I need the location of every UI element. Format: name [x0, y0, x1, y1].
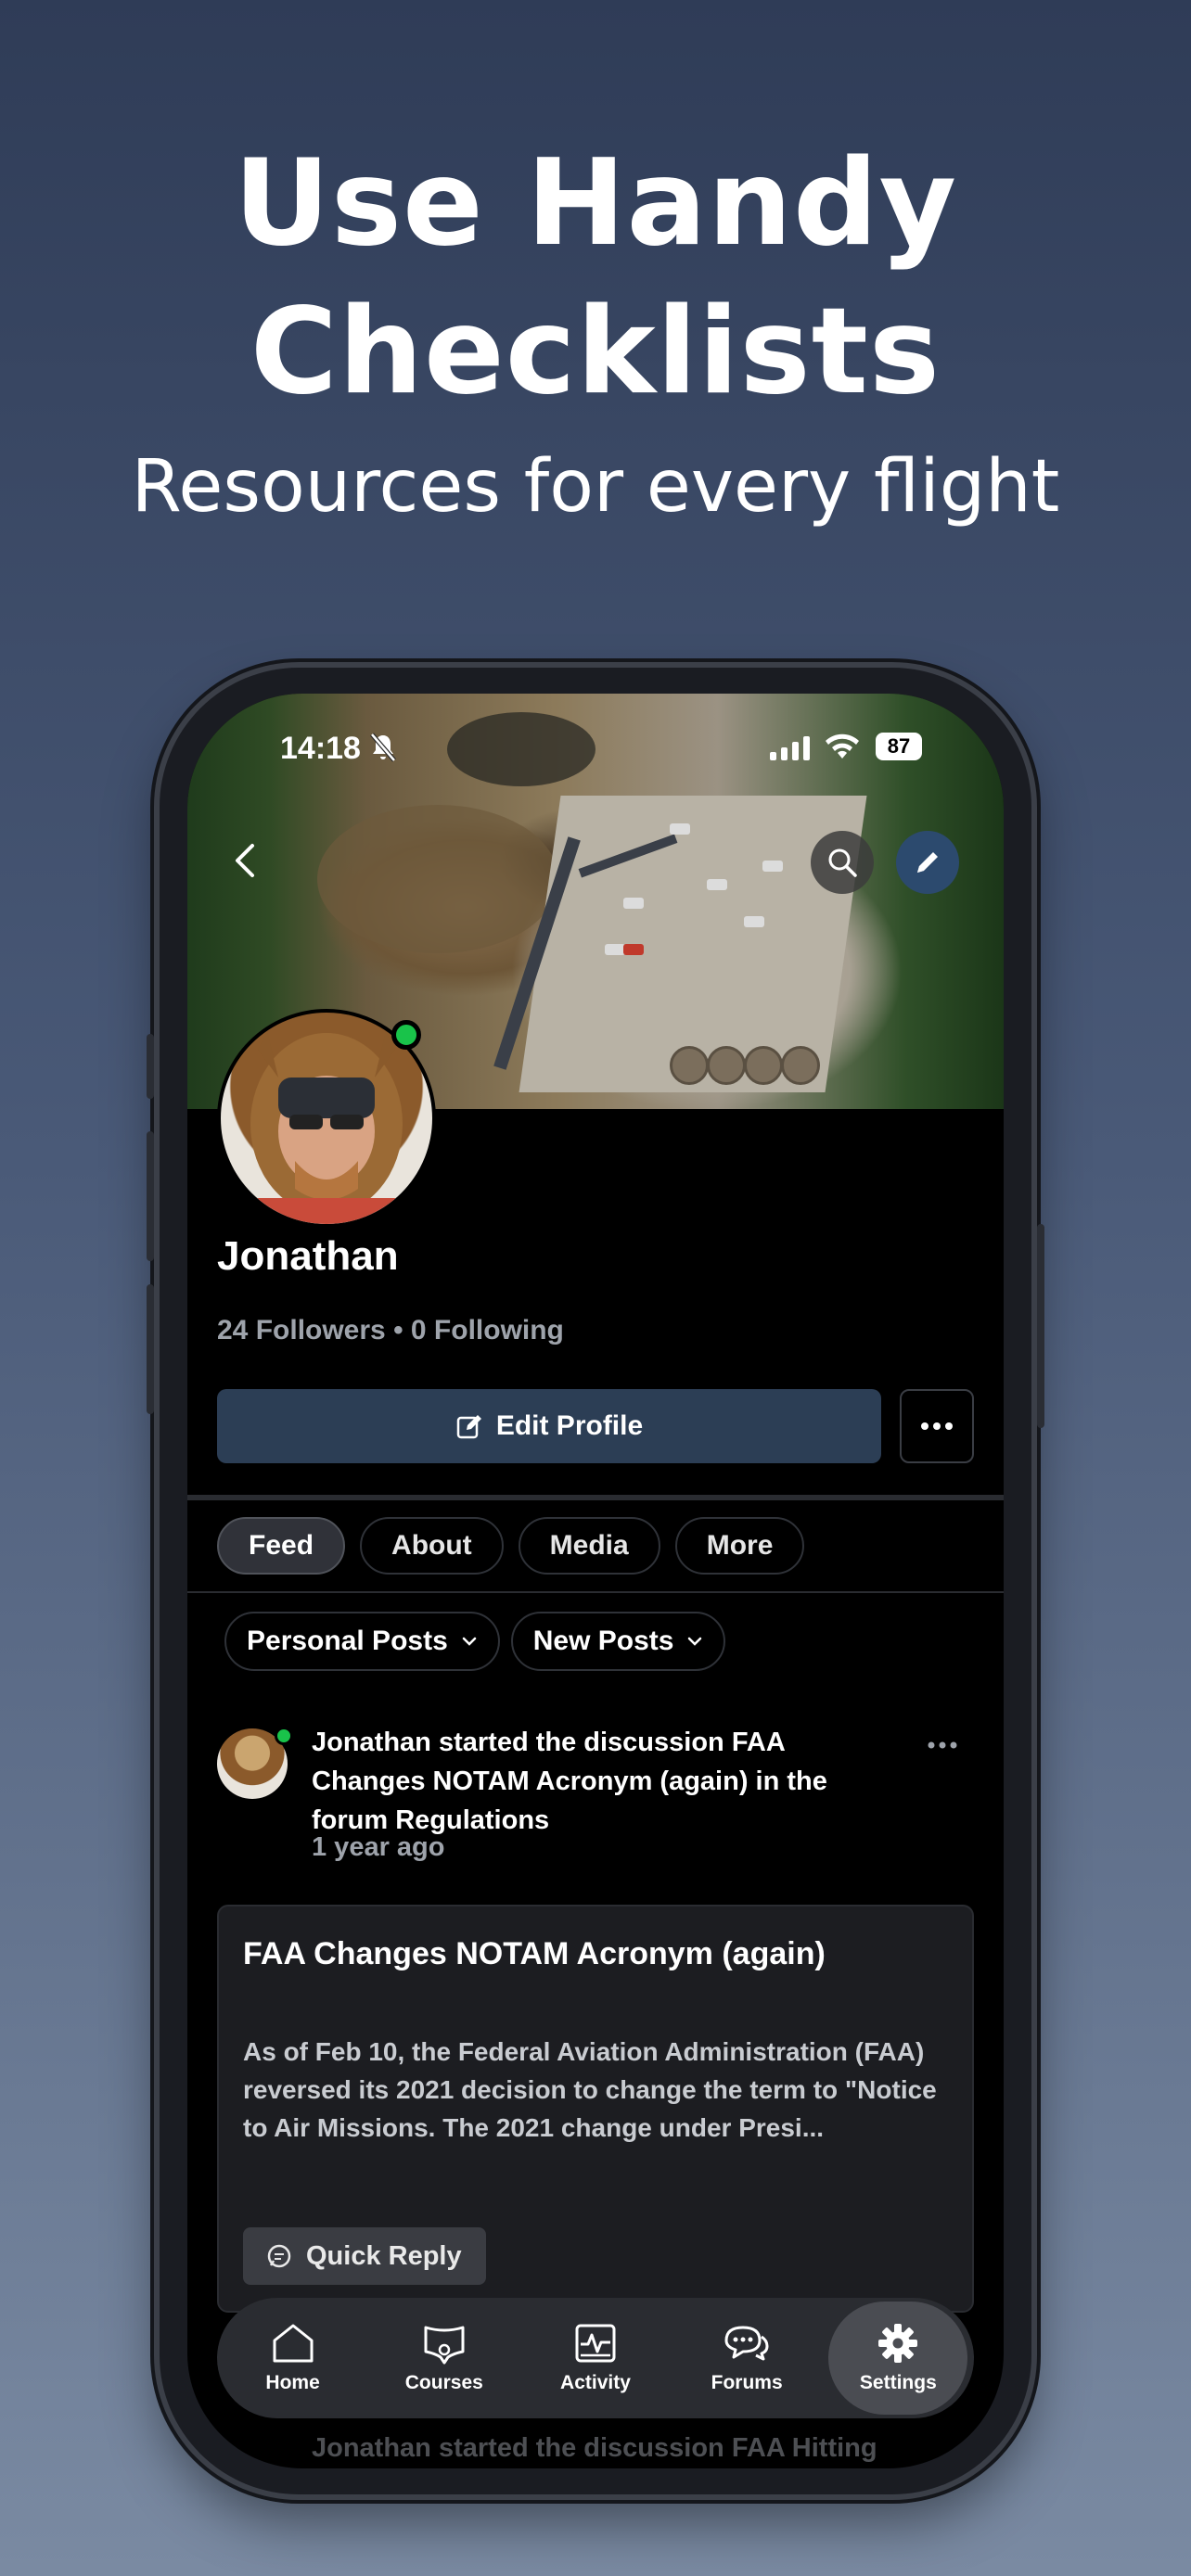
section-divider	[187, 1495, 1004, 1500]
edit-profile-label: Edit Profile	[495, 1410, 644, 1441]
forums-icon	[724, 2326, 769, 2361]
quick-reply-button[interactable]: Quick Reply	[243, 2227, 486, 2285]
tabbar-courses[interactable]: Courses	[375, 2302, 514, 2415]
follow-stats[interactable]: 24 Followers • 0 Following	[217, 1315, 564, 1346]
phone-frame: 14:18 87 Jonathan 24 Followers • 0 Follo…	[147, 668, 1044, 2494]
battery-indicator: 87	[876, 733, 922, 760]
chevron-left-icon	[236, 844, 254, 877]
volume-up-button	[147, 1131, 154, 1261]
activity-icon	[575, 2324, 616, 2363]
status-time: 14:18	[280, 731, 361, 766]
tabbar-activity-label: Activity	[560, 2372, 631, 2393]
edit-icon	[456, 1415, 481, 1439]
tabbar-settings-label: Settings	[859, 2372, 937, 2393]
post-activity-text[interactable]: Jonathan started the discussion FAA Chan…	[312, 1723, 905, 1840]
online-status-dot	[391, 1020, 421, 1050]
chevron-down-icon	[688, 1637, 702, 1646]
status-bar: 14:18 87	[187, 721, 1004, 777]
settings-icon	[878, 2324, 918, 2363]
promo-headline: Use Handy Checklists	[0, 130, 1191, 427]
power-button	[1037, 1224, 1044, 1428]
tab-feed[interactable]: Feed	[217, 1517, 346, 1575]
post-timestamp: 1 year ago	[312, 1832, 445, 1862]
bell-muted-icon	[369, 733, 397, 767]
volume-down-button	[147, 1284, 154, 1414]
profile-tabs: Feed About Media More	[217, 1517, 805, 1575]
tabbar-home-label: Home	[265, 2372, 320, 2393]
edit-cover-button[interactable]	[896, 831, 959, 894]
cellular-signal-icon	[770, 736, 811, 765]
promo-headline-line2: Checklists	[250, 283, 941, 421]
more-dots-icon	[928, 1741, 957, 1749]
chat-bubble-icon	[267, 2244, 291, 2268]
next-post-preview: Jonathan started the discussion FAA Hitt…	[312, 2433, 877, 2463]
edit-profile-button[interactable]: Edit Profile	[217, 1389, 881, 1463]
tabbar-settings[interactable]: Settings	[828, 2302, 968, 2415]
tabs-divider	[187, 1591, 1004, 1593]
bottom-tab-bar: Home Courses Activity Forums Settings	[217, 2298, 974, 2418]
home-icon	[273, 2324, 314, 2363]
profile-name: Jonathan	[217, 1233, 399, 1279]
chevron-down-icon	[462, 1637, 477, 1646]
promo-headline-line1: Use Handy	[233, 134, 958, 273]
post-author-online-dot	[275, 1727, 293, 1745]
discussion-title: FAA Changes NOTAM Acronym (again)	[243, 1936, 826, 1971]
wifi-icon	[824, 733, 861, 765]
tab-about[interactable]: About	[360, 1517, 504, 1575]
more-dots-icon	[921, 1422, 953, 1430]
post-type-dropdown[interactable]: Personal Posts	[224, 1612, 500, 1671]
tabbar-activity[interactable]: Activity	[526, 2302, 665, 2415]
pencil-icon	[917, 852, 938, 873]
sort-label: New Posts	[532, 1626, 674, 1656]
tab-more[interactable]: More	[674, 1517, 805, 1575]
search-icon	[828, 848, 857, 877]
tab-media[interactable]: Media	[518, 1517, 660, 1575]
courses-icon	[424, 2326, 465, 2365]
search-button[interactable]	[811, 831, 874, 894]
discussion-card[interactable]: FAA Changes NOTAM Acronym (again) As of …	[217, 1905, 974, 2313]
post-more-button[interactable]	[928, 1738, 957, 1754]
tabbar-forums-label: Forums	[711, 2372, 783, 2393]
app-screen: 14:18 87 Jonathan 24 Followers • 0 Follo…	[187, 694, 1004, 2468]
feed-filters: Personal Posts New Posts	[224, 1612, 726, 1671]
mute-switch	[147, 1034, 154, 1099]
sort-dropdown[interactable]: New Posts	[510, 1612, 726, 1671]
post-type-label: Personal Posts	[247, 1626, 448, 1656]
quick-reply-label: Quick Reply	[306, 2240, 462, 2271]
promo-subheadline: Resources for every flight	[131, 445, 1060, 529]
tabbar-forums[interactable]: Forums	[677, 2302, 816, 2415]
tabbar-home[interactable]: Home	[224, 2302, 363, 2415]
tabbar-courses-label: Courses	[404, 2372, 483, 2393]
back-button[interactable]	[219, 833, 275, 888]
discussion-excerpt: As of Feb 10, the Federal Aviation Admin…	[243, 2037, 937, 2142]
profile-more-button[interactable]	[900, 1389, 974, 1463]
